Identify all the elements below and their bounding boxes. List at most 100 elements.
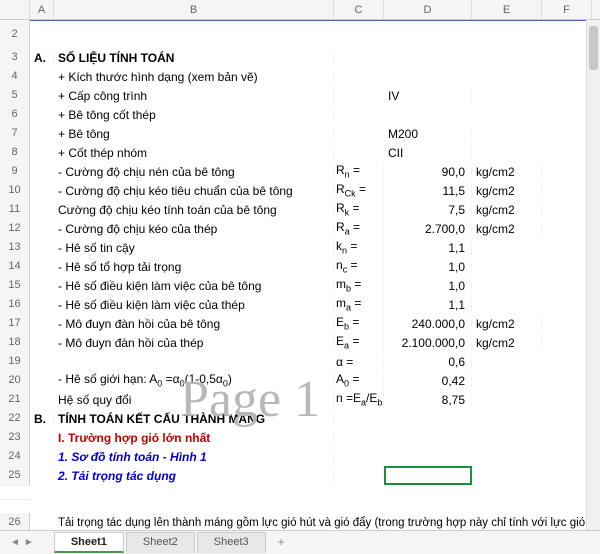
row-header[interactable]: 26 — [0, 513, 30, 531]
cell[interactable]: + Bê tông cốt thép — [54, 108, 334, 122]
cell[interactable]: 1,0 — [384, 260, 472, 274]
cell[interactable]: IV — [384, 89, 472, 103]
cell[interactable]: ma = — [334, 296, 384, 312]
cell[interactable]: kn = — [334, 239, 384, 255]
cell[interactable]: + Cốt thép nhóm — [54, 146, 334, 160]
cell[interactable]: I. Trường hợp gió lớn nhất — [54, 431, 334, 445]
tab-next-icon[interactable]: ► — [24, 537, 34, 548]
sheet-tab-sheet1[interactable]: Sheet1 — [54, 532, 124, 553]
cell[interactable]: - Mô đuyn đàn hồi của thép — [54, 336, 334, 350]
row-header[interactable]: 24 — [0, 447, 30, 467]
row-header[interactable]: 2 — [0, 20, 30, 49]
cell[interactable]: A. — [30, 51, 54, 65]
cell[interactable]: 1. Sơ đồ tính toán - Hình 1 — [54, 450, 334, 464]
cell[interactable]: 11,5 — [384, 184, 472, 198]
cell[interactable]: 0,6 — [384, 355, 472, 369]
row-header[interactable]: 17 — [0, 314, 30, 334]
cell[interactable]: Ra = — [334, 220, 384, 236]
cell[interactable]: Rn = — [334, 163, 384, 179]
cell[interactable]: kg/cm2 — [472, 317, 542, 331]
cell[interactable]: 1,1 — [384, 298, 472, 312]
cell[interactable]: 240.000,0 — [384, 317, 472, 331]
cell[interactable]: kg/cm2 — [472, 203, 542, 217]
col-header-E[interactable]: E — [472, 0, 542, 19]
row-header[interactable]: 3 — [0, 48, 30, 68]
cell[interactable]: kg/cm2 — [472, 165, 542, 179]
row-header[interactable]: 18 — [0, 333, 30, 353]
cell[interactable]: 8,75 — [384, 393, 472, 407]
tab-nav-arrows[interactable]: ◄ ► — [10, 537, 34, 548]
cell[interactable]: - Hê số giới hạn: A0 =α0(1-0,5α0) — [54, 372, 334, 388]
cell[interactable]: - Hê số tổ hợp tải trọng — [54, 260, 334, 274]
cell[interactable]: kg/cm2 — [472, 184, 542, 198]
cell[interactable]: Ea = — [334, 334, 384, 350]
cell[interactable]: CII — [384, 146, 472, 160]
tab-prev-icon[interactable]: ◄ — [10, 537, 20, 548]
row-header[interactable]: 25 — [0, 466, 30, 486]
add-sheet-button[interactable]: + — [268, 532, 295, 553]
row-header[interactable]: 5 — [0, 86, 30, 106]
sheet-tab-sheet3[interactable]: Sheet3 — [197, 532, 266, 553]
corner-cell[interactable] — [0, 0, 30, 19]
col-header-D[interactable]: D — [384, 0, 472, 19]
row-header[interactable]: 16 — [0, 295, 30, 315]
row-header[interactable]: 6 — [0, 105, 30, 125]
row-header[interactable]: 9 — [0, 162, 30, 182]
row-header[interactable] — [0, 499, 30, 500]
cell[interactable]: M200 — [384, 127, 472, 141]
col-header-C[interactable]: C — [334, 0, 384, 19]
cell[interactable]: 2.700,0 — [384, 222, 472, 236]
cell[interactable]: - Cường độ chịu kéo tiêu chuẩn của bê tô… — [54, 184, 334, 198]
cell[interactable]: Cường độ chịu kéo tính toán của bê tông — [54, 203, 334, 217]
cell[interactable]: 2.100.000,0 — [384, 336, 472, 350]
col-header-B[interactable]: B — [54, 0, 334, 19]
row-header[interactable]: 13 — [0, 238, 30, 258]
cell[interactable]: SỐ LIỆU TÍNH TOÁN — [54, 51, 334, 65]
cell[interactable]: α = — [334, 355, 384, 369]
row-header[interactable]: 20 — [0, 371, 30, 391]
vertical-scrollbar[interactable] — [586, 20, 600, 530]
cell[interactable]: - Cường độ chịu kéo của thép — [54, 222, 334, 236]
row-header[interactable]: 7 — [0, 124, 30, 144]
cell[interactable]: 1,1 — [384, 241, 472, 255]
row-header[interactable]: 10 — [0, 181, 30, 201]
cell[interactable]: Eb = — [334, 315, 384, 331]
cell[interactable]: - Hê số điều kiện làm việc của thép — [54, 298, 334, 312]
cell[interactable]: + Kích thước hình dạng (xem bản vẽ) — [54, 70, 334, 84]
cell[interactable]: kg/cm2 — [472, 336, 542, 350]
sheet-tab-sheet2[interactable]: Sheet2 — [126, 532, 195, 553]
cell[interactable]: A0 = — [334, 372, 384, 388]
cell[interactable]: 2. Tải trọng tác dụng — [54, 469, 334, 483]
cell[interactable]: B. — [30, 412, 54, 426]
cell[interactable]: - Cường độ chịu nén của bê tông — [54, 165, 334, 179]
col-header-F[interactable]: F — [542, 0, 592, 19]
cell[interactable]: kg/cm2 — [472, 222, 542, 236]
cell[interactable]: - Hê số tin cậy — [54, 241, 334, 255]
cell[interactable]: RCk = — [334, 182, 384, 198]
cell[interactable]: n =Ea/Eb — [334, 391, 384, 407]
cell[interactable]: + Cấp công trình — [54, 89, 334, 103]
scrollbar-thumb[interactable] — [589, 26, 598, 70]
cell[interactable]: 7,5 — [384, 203, 472, 217]
cell[interactable]: 0,42 — [384, 374, 472, 388]
row-header[interactable]: 23 — [0, 428, 30, 448]
cell[interactable]: mb = — [334, 277, 384, 293]
row-header[interactable]: 14 — [0, 257, 30, 277]
cell[interactable]: Tải trọng tác dụng lên thành máng gồm lự… — [30, 517, 590, 529]
cell[interactable]: 1,0 — [384, 279, 472, 293]
cell[interactable]: TÍNH TOÁN KẾT CẤU THÀNH MÁNG — [54, 412, 334, 426]
row-header[interactable]: 19 — [0, 352, 30, 372]
cell[interactable]: Hệ số quy đổi — [54, 393, 334, 407]
cell[interactable]: 90,0 — [384, 165, 472, 179]
col-header-A[interactable]: A — [30, 0, 54, 19]
cell[interactable]: + Bê tông — [54, 127, 334, 141]
row-header[interactable]: 8 — [0, 143, 30, 163]
cell[interactable]: - Mô đuyn đàn hồi của bê tông — [54, 317, 334, 331]
row-header[interactable]: 12 — [0, 219, 30, 239]
row-header[interactable]: 21 — [0, 390, 30, 410]
row-header[interactable]: 11 — [0, 200, 30, 220]
cell[interactable]: Rk = — [334, 201, 384, 217]
row-header[interactable]: 15 — [0, 276, 30, 296]
cell[interactable]: - Hê số điều kiện làm việc của bê tông — [54, 279, 334, 293]
cell[interactable]: nc = — [334, 258, 384, 274]
